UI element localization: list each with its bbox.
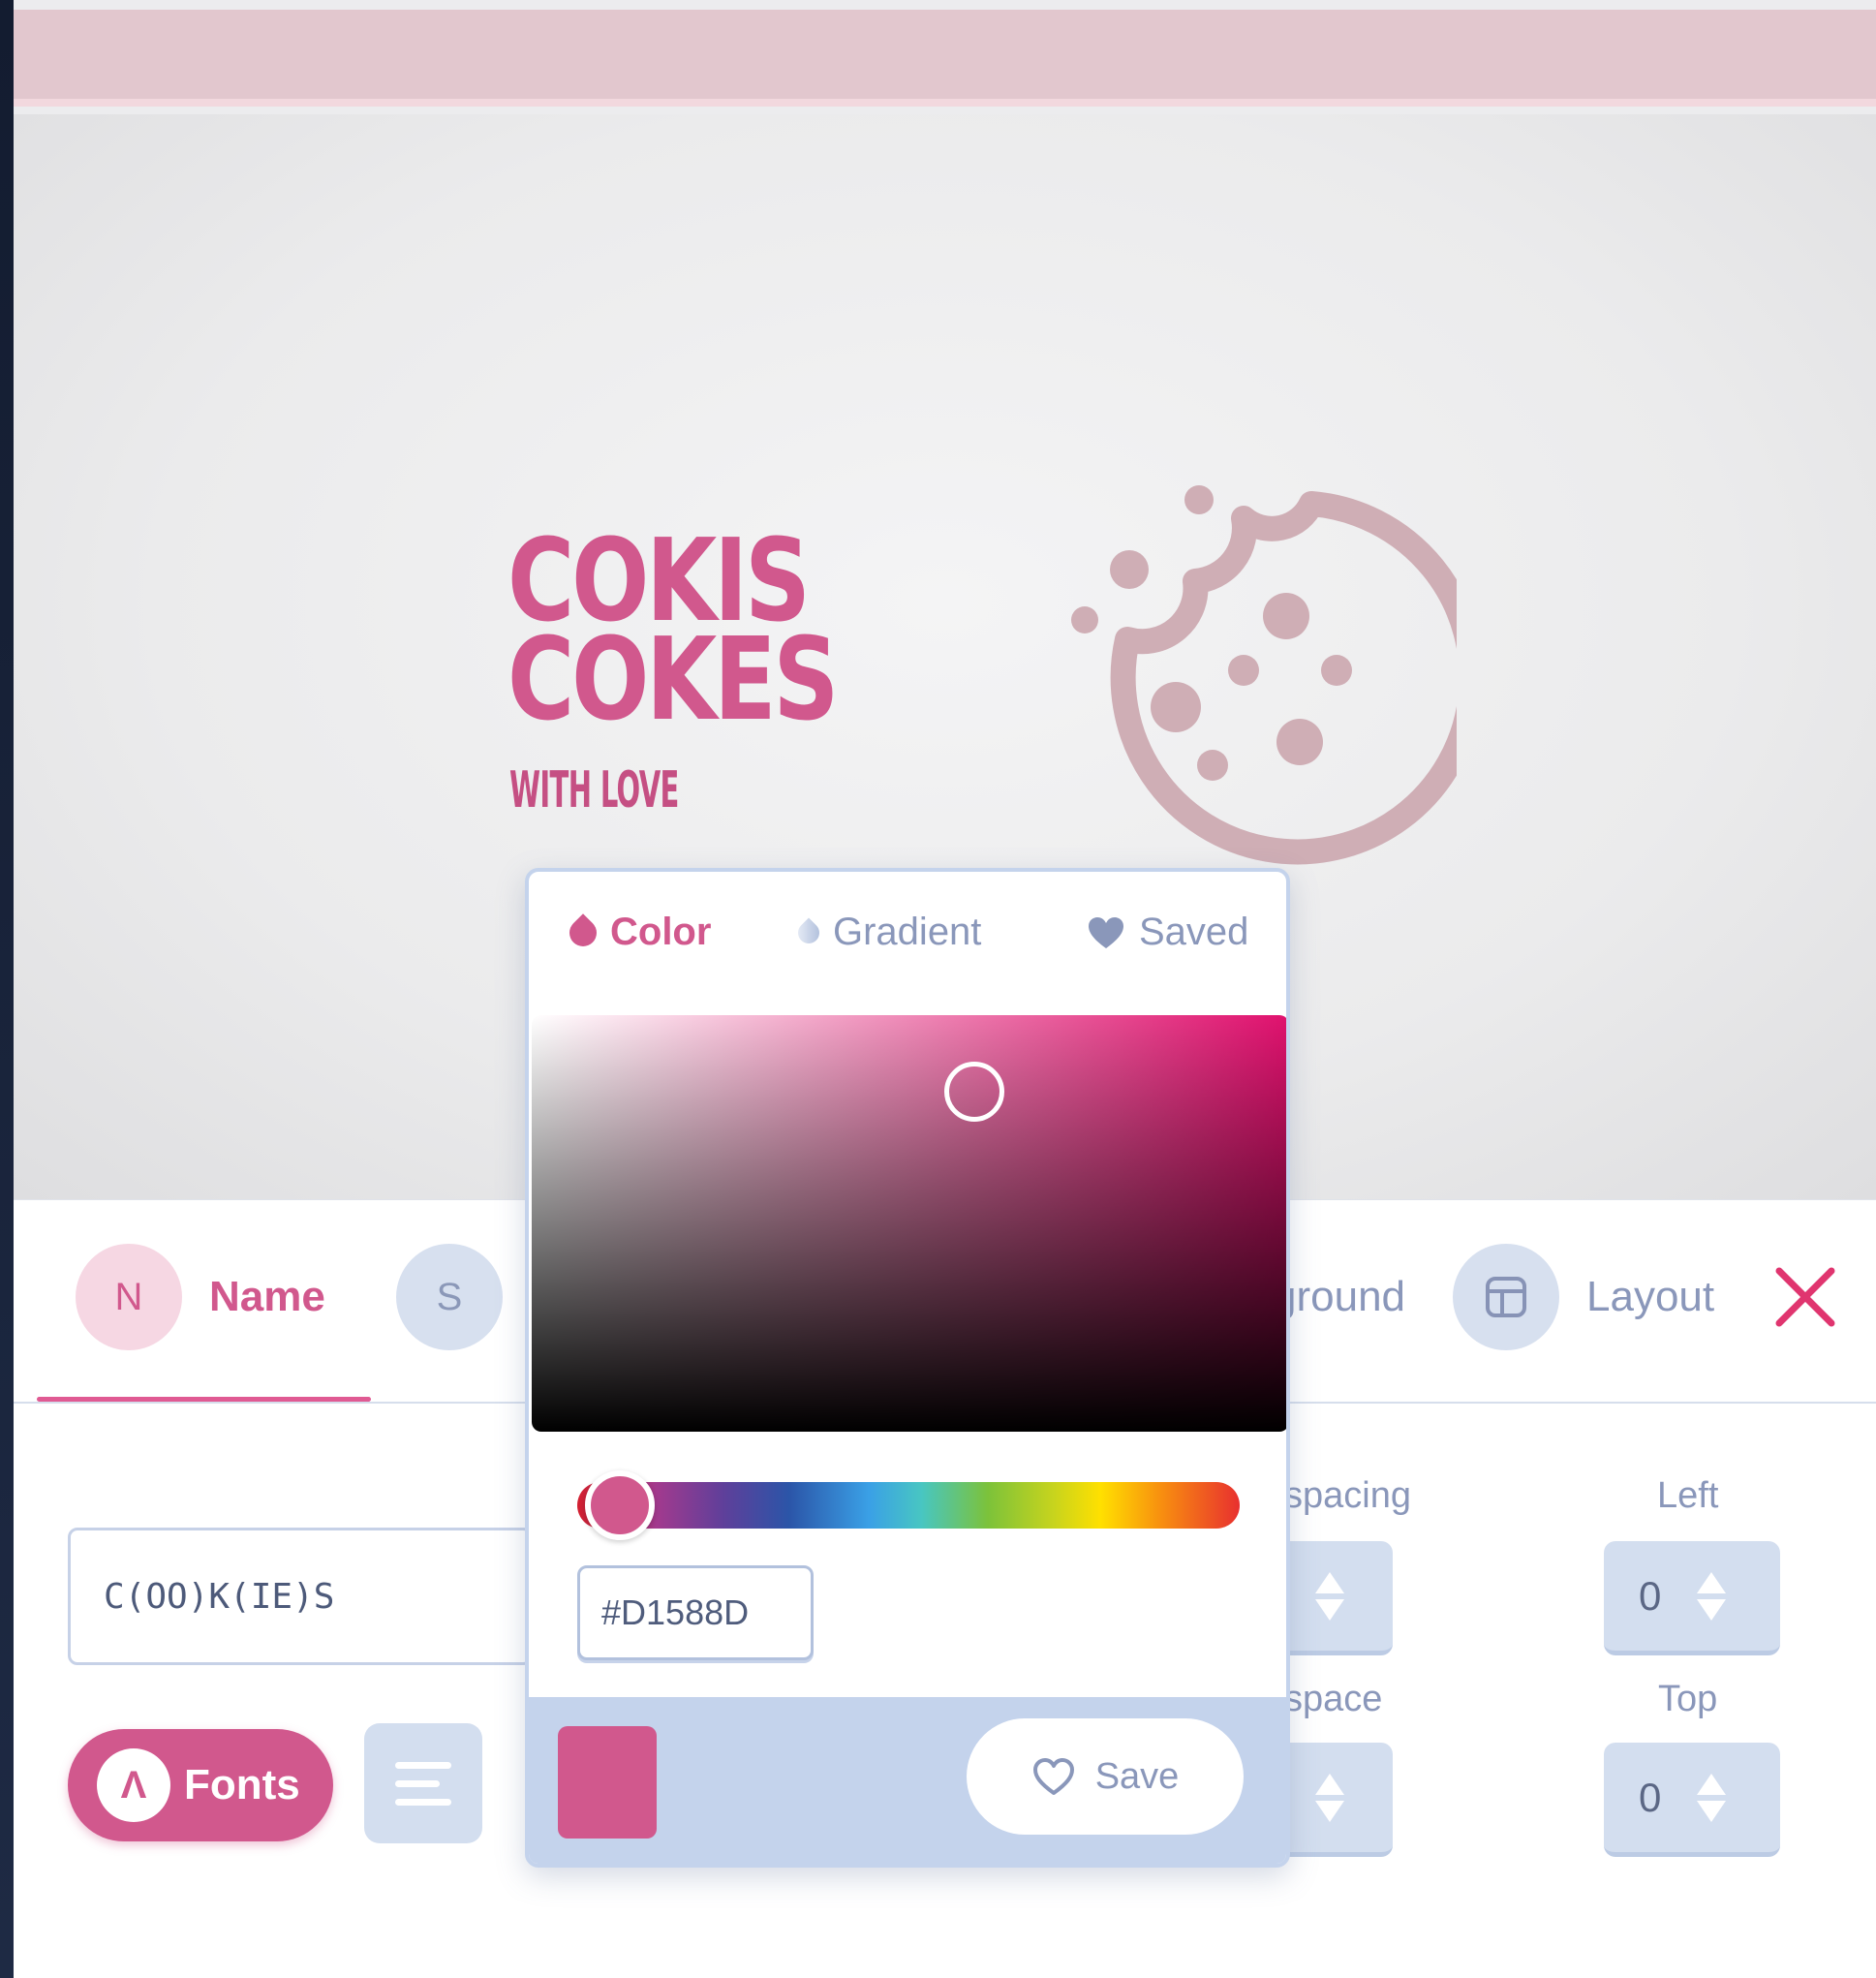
line-space-label: space — [1284, 1679, 1383, 1719]
left-label: Left — [1657, 1475, 1719, 1516]
layout-icon — [1453, 1244, 1559, 1350]
save-color-button[interactable]: Save — [967, 1718, 1244, 1835]
cookie-icon — [1071, 485, 1457, 865]
desktop-background — [0, 0, 14, 1978]
left-stepper[interactable]: 0 — [1604, 1541, 1780, 1655]
picker-tab-gradient[interactable]: Gradient — [793, 911, 982, 954]
stepper-up-icon[interactable] — [1697, 1773, 1726, 1795]
picker-tab-gradient-label: Gradient — [833, 911, 982, 953]
hue-slider-knob[interactable] — [585, 1470, 655, 1540]
tab-layout[interactable]: Layout — [1453, 1244, 1714, 1350]
tab-name-badge: N — [76, 1244, 182, 1350]
letter-spacing-stepper[interactable] — [1273, 1541, 1393, 1655]
heart-icon — [1089, 916, 1123, 948]
picker-tabs: Color Gradient Saved — [529, 911, 1286, 978]
tab-layout-label: Layout — [1586, 1273, 1715, 1320]
saturation-value-area[interactable] — [532, 1015, 1286, 1432]
fonts-label: Fonts — [184, 1761, 300, 1808]
tab-background-label: ground — [1273, 1273, 1406, 1320]
picker-tab-color-label: Color — [610, 911, 712, 953]
name-text-field[interactable]: C(OO)K(IE)S — [68, 1528, 533, 1665]
saturation-knob[interactable] — [944, 1062, 1004, 1122]
picker-tab-saved-label: Saved — [1139, 911, 1249, 953]
hue-slider[interactable] — [577, 1470, 1240, 1540]
align-line — [395, 1779, 440, 1787]
align-line — [395, 1798, 451, 1806]
stepper-up-icon[interactable] — [1315, 1571, 1344, 1593]
tab-name[interactable]: N Name — [76, 1244, 325, 1350]
top-value[interactable]: 0 — [1639, 1775, 1687, 1821]
app-window: COKIS COKES WITH LOVE N Name S ground La… — [14, 0, 1876, 1978]
color-picker-popover: Color Gradient Saved #D1588D Save — [525, 868, 1290, 1868]
fonts-button[interactable]: Λ Fonts — [68, 1729, 333, 1841]
close-button[interactable] — [1767, 1258, 1844, 1336]
stepper-up-icon[interactable] — [1697, 1571, 1726, 1593]
tab-s[interactable]: S — [396, 1244, 503, 1350]
top-stepper[interactable]: 0 — [1604, 1743, 1780, 1857]
stepper-down-icon[interactable] — [1315, 1598, 1344, 1621]
active-tab-indicator — [37, 1397, 371, 1402]
stepper-down-icon[interactable] — [1315, 1800, 1344, 1822]
stepper-down-icon[interactable] — [1697, 1800, 1726, 1822]
close-icon — [1775, 1267, 1835, 1327]
text-align-button[interactable] — [364, 1723, 482, 1843]
top-bar — [14, 10, 1876, 107]
stepper-down-icon[interactable] — [1697, 1598, 1726, 1621]
stepper-up-icon[interactable] — [1315, 1773, 1344, 1795]
tab-background[interactable]: ground — [1273, 1244, 1405, 1350]
left-value[interactable]: 0 — [1639, 1573, 1687, 1620]
selected-color-swatch — [558, 1726, 657, 1839]
picker-tab-color[interactable]: Color — [564, 911, 712, 954]
heart-outline-icon — [1032, 1758, 1074, 1795]
picker-footer: Save — [529, 1697, 1286, 1864]
align-line — [395, 1761, 451, 1769]
logo-line-2: COKES — [507, 612, 839, 746]
fonts-icon: Λ — [97, 1748, 170, 1822]
save-color-label: Save — [1094, 1755, 1180, 1797]
hex-color-input[interactable]: #D1588D — [577, 1565, 814, 1660]
top-label: Top — [1658, 1679, 1718, 1719]
color-drop-icon — [564, 912, 602, 952]
line-space-stepper[interactable] — [1273, 1743, 1393, 1857]
logo-subtitle: WITH LOVE — [509, 761, 679, 819]
tab-name-label: Name — [209, 1273, 325, 1320]
tab-s-badge: S — [396, 1244, 503, 1350]
letter-spacing-label: spacing — [1284, 1475, 1411, 1516]
gradient-drop-icon — [793, 916, 824, 948]
picker-tab-saved[interactable]: Saved — [1087, 911, 1248, 954]
